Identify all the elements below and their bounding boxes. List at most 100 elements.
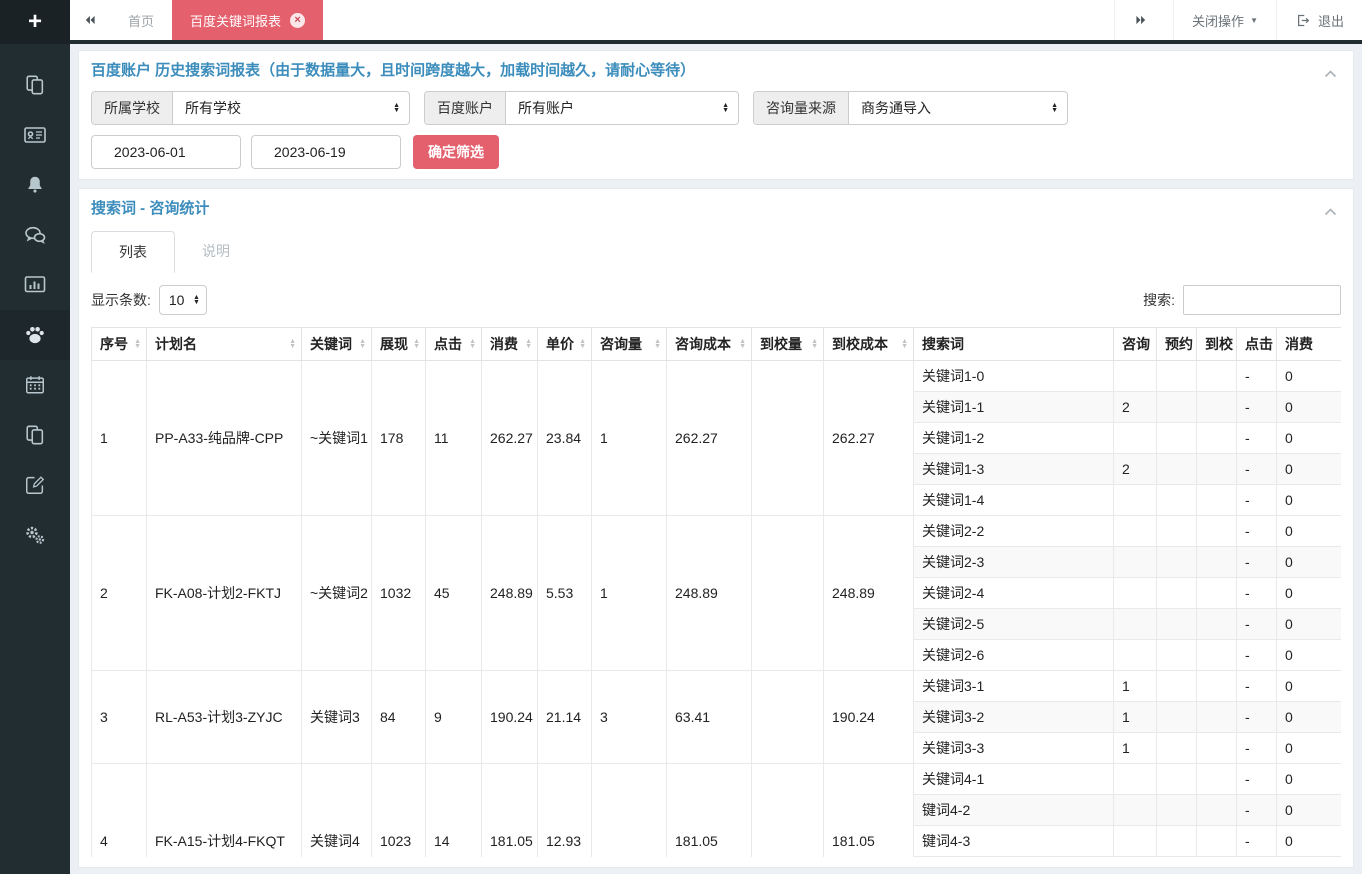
cell-impressions: 1023: [372, 764, 426, 858]
column-header-plan[interactable]: 计划名▲▼: [147, 328, 302, 361]
cell-term-click: -: [1237, 485, 1277, 516]
sidebar-item-edit[interactable]: [0, 460, 70, 510]
cell-term-click: -: [1237, 764, 1277, 795]
sort-icon: ▲▼: [579, 339, 586, 349]
column-header-inquiry_cost[interactable]: 咨询成本▲▼: [667, 328, 752, 361]
column-header-cost[interactable]: 消费▲▼: [482, 328, 538, 361]
cell-term-term: 关键词3-1: [914, 671, 1114, 702]
school-filter-group: 所属学校 所有学校 ▲▼: [91, 91, 410, 125]
collapse-panel-button[interactable]: [1324, 65, 1337, 81]
cell-term-inquiry: [1114, 609, 1157, 640]
cell-term-term: 关键词2-5: [914, 609, 1114, 640]
cell-term-click: -: [1237, 733, 1277, 764]
tab-description[interactable]: 说明: [175, 231, 257, 273]
sort-icon: ▲▼: [413, 339, 420, 349]
table-row: 2FK-A08-计划2-FKTJ~关键词2103245248.895.53124…: [92, 516, 1342, 547]
cell-term-term: 关键词3-2: [914, 702, 1114, 733]
cell-term-term: 关键词2-4: [914, 578, 1114, 609]
cell-term-reserve: [1157, 578, 1197, 609]
tabs-scroll-right-button[interactable]: [1114, 0, 1173, 40]
sidebar-item-chat[interactable]: [0, 210, 70, 260]
column-header-inquiries[interactable]: 咨询量▲▼: [592, 328, 667, 361]
sidebar-item-bar-chart[interactable]: [0, 260, 70, 310]
cell-term-arrive: [1197, 857, 1237, 858]
column-header-keyword[interactable]: 关键词▲▼: [302, 328, 372, 361]
column-header-arrival_cost[interactable]: 到校成本▲▼: [824, 328, 914, 361]
cell-arrival_cost: 262.27: [824, 361, 914, 516]
cell-term-cost: 0: [1277, 671, 1342, 702]
bell-icon: [24, 174, 46, 196]
tab-list[interactable]: 列表: [91, 231, 175, 273]
school-filter-label: 所属学校: [92, 92, 173, 124]
cell-term-arrive: [1197, 702, 1237, 733]
confirm-filter-button[interactable]: 确定筛选: [413, 135, 499, 169]
sidebar-item-bell[interactable]: [0, 160, 70, 210]
cell-keyword: 关键词4: [302, 764, 372, 858]
cell-term-arrive: [1197, 826, 1237, 857]
sidebar-nav: [0, 44, 70, 560]
date-to-input[interactable]: [251, 135, 401, 169]
cell-term-arrive: [1197, 361, 1237, 392]
id-card-icon: [23, 123, 47, 147]
sidebar-item-calendar[interactable]: [0, 360, 70, 410]
cell-term-inquiry: 2: [1114, 392, 1157, 423]
cell-term-inquiry: 1: [1114, 671, 1157, 702]
sidebar-item-documents[interactable]: [0, 60, 70, 110]
sidebar-item-documents-2[interactable]: [0, 410, 70, 460]
collapse-panel-button[interactable]: [1324, 203, 1337, 219]
cell-term-term: 关键词1-1: [914, 392, 1114, 423]
school-select[interactable]: 所有学校: [173, 92, 409, 124]
close-operations-dropdown[interactable]: 关闭操作 ▼: [1173, 0, 1276, 40]
tab-close-icon[interactable]: ×: [290, 13, 305, 28]
cell-impressions: 178: [372, 361, 426, 516]
cell-inquiries: 1: [592, 361, 667, 516]
column-header-arrivals[interactable]: 到校量▲▼: [752, 328, 824, 361]
logout-label: 退出: [1318, 11, 1344, 30]
column-header-cpc[interactable]: 单价▲▼: [538, 328, 592, 361]
table-row: 1PP-A33-纯品牌-CPP~关键词117811262.2723.841262…: [92, 361, 1342, 392]
account-filter-label: 百度账户: [425, 92, 506, 124]
table-search-label: 搜索:: [1143, 290, 1175, 310]
page-size-select[interactable]: 10: [160, 286, 206, 314]
cell-term-inquiry: [1114, 516, 1157, 547]
keyword-report-table: 序号▲▼计划名▲▼关键词▲▼展现▲▼点击▲▼消费▲▼单价▲▼咨询量▲▼咨询成本▲…: [91, 327, 1341, 857]
edit-icon: [24, 474, 46, 496]
table-row: 4FK-A15-计划4-FKQT关键词4102314181.0512.93181…: [92, 764, 1342, 795]
tab-baidu-keyword-report[interactable]: 百度关键词报表 ×: [172, 0, 323, 40]
cell-term-cost: 0: [1277, 609, 1342, 640]
sidebar-logo-plus-button[interactable]: +: [0, 0, 70, 44]
inquiry-source-select[interactable]: 商务通导入: [849, 92, 1067, 124]
calendar-icon: [24, 374, 46, 396]
cell-cost: 248.89: [482, 516, 538, 671]
stats-tabs: 列表 说明: [91, 231, 1341, 273]
cell-term-click: -: [1237, 361, 1277, 392]
tab-home[interactable]: 首页: [110, 0, 172, 40]
cell-term-inquiry: [1114, 795, 1157, 826]
cell-term-term: 关键词2-3: [914, 547, 1114, 578]
date-from-input[interactable]: [91, 135, 241, 169]
sidebar-item-gears[interactable]: [0, 510, 70, 560]
cell-arrivals: [752, 764, 824, 858]
gears-icon: [23, 523, 47, 547]
tabs-scroll-left-button[interactable]: [70, 0, 110, 40]
cell-term-reserve: [1157, 826, 1197, 857]
filter-panel: 百度账户 历史搜索词报表（由于数据量大，且时间跨度越大，加载时间越久，请耐心等待…: [78, 50, 1354, 180]
sort-icon: ▲▼: [901, 339, 908, 349]
sidebar-item-id-card[interactable]: [0, 110, 70, 160]
cell-term-arrive: [1197, 516, 1237, 547]
column-header-impressions[interactable]: 展现▲▼: [372, 328, 426, 361]
cell-term-reserve: [1157, 392, 1197, 423]
logout-button[interactable]: 退出: [1276, 0, 1362, 40]
caret-down-icon: ▼: [1250, 16, 1258, 25]
column-header-seq[interactable]: 序号▲▼: [92, 328, 147, 361]
column-header-term_inquiry: 咨询: [1114, 328, 1157, 361]
column-header-clicks[interactable]: 点击▲▼: [426, 328, 482, 361]
cell-plan: FK-A15-计划4-FKQT: [147, 764, 302, 858]
sidebar-item-baidu-paw[interactable]: [0, 310, 70, 360]
paw-icon: [23, 323, 47, 347]
cell-term-arrive: [1197, 733, 1237, 764]
table-search-input[interactable]: [1183, 285, 1341, 315]
cell-term-inquiry: [1114, 857, 1157, 858]
account-select[interactable]: 所有账户: [506, 92, 738, 124]
cell-cost: 190.24: [482, 671, 538, 764]
